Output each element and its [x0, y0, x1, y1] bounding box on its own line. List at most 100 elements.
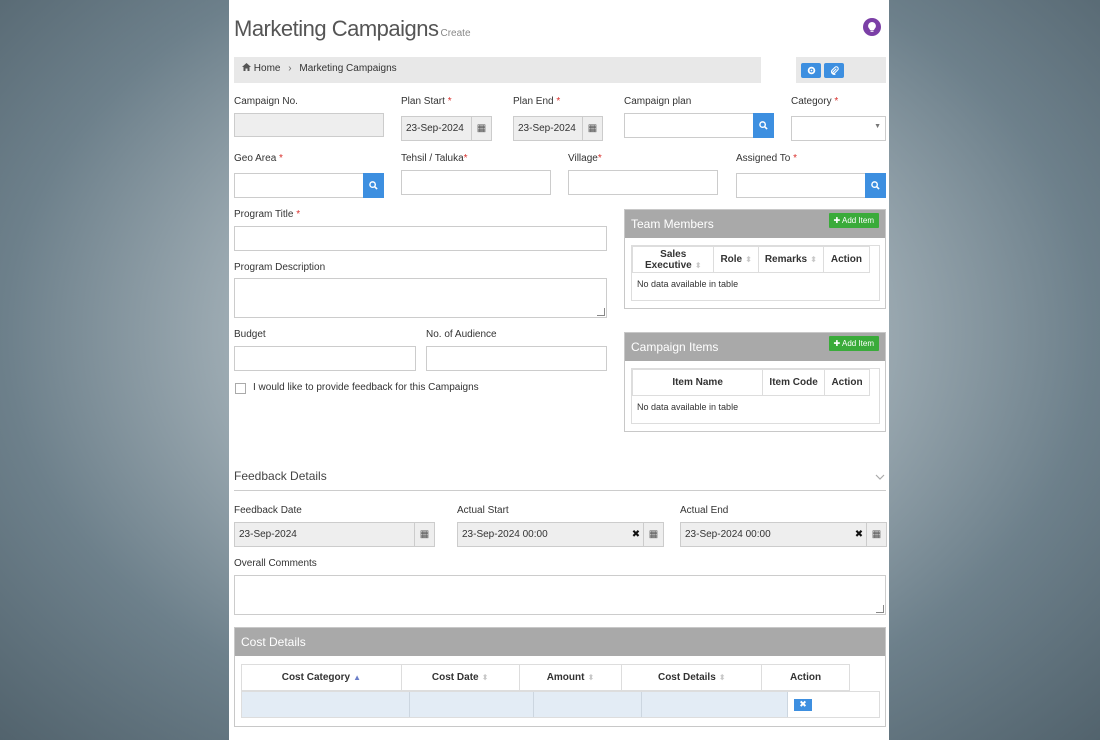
settings-icon[interactable]	[801, 63, 821, 78]
calendar-icon[interactable]: ▦	[866, 523, 886, 546]
program-title-label: Program Title *	[234, 209, 301, 220]
sort-icon: ⬍	[810, 255, 817, 264]
clear-icon[interactable]: ✖	[852, 523, 866, 546]
page: Marketing Campaigns Create Home › Marketi…	[229, 0, 889, 740]
search-icon[interactable]	[753, 113, 774, 138]
clear-icon[interactable]: ✖	[629, 523, 643, 546]
toolbar	[796, 57, 886, 83]
overall-comments-field[interactable]	[234, 575, 886, 615]
feedback-date-label: Feedback Date	[234, 505, 302, 516]
feedback-checkbox-label: I would like to provide feedback for thi…	[253, 382, 479, 393]
budget-label: Budget	[234, 329, 266, 340]
category-select[interactable]: ▼	[791, 116, 886, 141]
program-description-field[interactable]	[234, 278, 607, 318]
budget-field[interactable]	[234, 346, 416, 371]
calendar-icon[interactable]: ▦	[471, 117, 491, 140]
plan-start-field[interactable]: 23-Sep-2024 ▦	[401, 116, 492, 141]
cost-details-panel: Cost Details Cost Category ▲ Cost Date ⬍ A…	[234, 627, 886, 727]
column-header[interactable]: Role ⬍	[713, 246, 759, 273]
audience-label: No. of Audience	[426, 329, 497, 340]
team-members-add-button[interactable]: ✚ Add Item	[828, 213, 879, 228]
table-cell[interactable]	[410, 692, 534, 717]
breadcrumb-separator: ›	[288, 63, 292, 74]
sort-asc-icon: ▲	[353, 673, 361, 682]
table-cell[interactable]	[242, 692, 410, 717]
calendar-icon[interactable]: ▦	[414, 523, 434, 546]
audience-field[interactable]	[426, 346, 607, 371]
empty-table-message: No data available in table	[637, 279, 739, 289]
column-header: Action	[823, 369, 871, 396]
column-header[interactable]: Cost Date ⬍	[400, 664, 520, 691]
sort-icon: ⬍	[481, 673, 489, 682]
empty-table-message: No data available in table	[637, 402, 739, 412]
program-title-field[interactable]	[234, 226, 607, 251]
search-icon[interactable]	[363, 173, 384, 198]
sort-icon: ⬍	[694, 260, 702, 270]
plus-icon: ✚	[833, 339, 842, 348]
campaign-items-panel: Campaign Items ✚ Add Item Item Name Item…	[624, 332, 886, 432]
team-members-header: Team Members ✚ Add Item	[625, 210, 885, 238]
chevron-down-icon: ▼	[874, 123, 881, 130]
plus-icon: ✚	[833, 216, 842, 225]
search-icon[interactable]	[865, 173, 886, 198]
sort-icon: ⬍	[587, 673, 595, 682]
plan-end-label: Plan End *	[513, 96, 561, 107]
resize-handle-icon[interactable]	[597, 308, 605, 316]
assigned-to-field[interactable]	[736, 173, 866, 198]
home-icon[interactable]	[242, 63, 254, 74]
campaign-plan-field[interactable]	[624, 113, 754, 138]
calendar-icon[interactable]: ▦	[643, 523, 663, 546]
column-header[interactable]: Amount ⬍	[518, 664, 623, 691]
campaign-no-label: Campaign No.	[234, 96, 298, 107]
section-divider	[234, 490, 886, 491]
resize-handle-icon[interactable]	[876, 605, 884, 613]
campaign-items-header: Campaign Items ✚ Add Item	[625, 333, 885, 361]
campaign-items-add-button[interactable]: ✚ Add Item	[828, 336, 879, 351]
breadcrumb-home[interactable]: Home	[254, 63, 281, 74]
table-cell[interactable]	[534, 692, 642, 717]
actual-start-field[interactable]: 23-Sep-2024 00:00 ✖ ▦	[457, 522, 664, 547]
table-cell: ✖	[788, 692, 879, 717]
paperclip-icon[interactable]	[824, 63, 844, 78]
cost-details-title: Cost Details	[241, 635, 306, 649]
category-label: Category *	[791, 96, 839, 107]
cost-details-table-wrap: Cost Category ▲ Cost Date ⬍ Amount ⬍ Cost D…	[241, 664, 880, 720]
column-header[interactable]: Remarks ⬍	[757, 246, 824, 273]
cost-details-table: Cost Category ▲ Cost Date ⬍ Amount ⬍ Cost D…	[241, 664, 850, 691]
plan-end-value: 23-Sep-2024	[518, 123, 576, 134]
plan-start-value: 23-Sep-2024	[406, 123, 464, 134]
chevron-down-icon[interactable]	[875, 472, 885, 484]
campaign-items-table-wrap: Item Name Item Code Action No data avail…	[631, 368, 880, 424]
campaign-no-field[interactable]	[234, 113, 384, 137]
column-header[interactable]: Sales Executive ⬍	[631, 246, 715, 273]
sort-icon: ⬍	[745, 255, 752, 264]
feedback-checkbox[interactable]	[235, 383, 246, 394]
cost-details-header: Cost Details	[235, 628, 885, 656]
column-header[interactable]: Cost Details ⬍	[621, 664, 763, 691]
village-field[interactable]	[568, 170, 718, 195]
geo-area-field[interactable]	[234, 173, 364, 198]
column-header[interactable]: Item Code	[762, 369, 825, 396]
program-description-label: Program Description	[234, 262, 326, 273]
tehsil-field[interactable]	[401, 170, 551, 195]
table-cell[interactable]	[642, 692, 788, 717]
delete-row-button[interactable]: ✖	[794, 698, 812, 711]
feedback-date-field[interactable]: 23-Sep-2024 ▦	[234, 522, 435, 547]
plan-end-field[interactable]: 23-Sep-2024 ▦	[513, 116, 603, 141]
column-header[interactable]: Cost Category ▲	[241, 664, 402, 691]
assigned-to-label: Assigned To *	[736, 153, 797, 164]
calendar-icon[interactable]: ▦	[582, 117, 602, 140]
page-title-text: Marketing Campaigns	[234, 16, 439, 41]
actual-end-field[interactable]: 23-Sep-2024 00:00 ✖ ▦	[680, 522, 887, 547]
table-row[interactable]: ✖	[241, 691, 880, 718]
lightbulb-icon[interactable]	[863, 18, 881, 36]
actual-end-value: 23-Sep-2024 00:00	[685, 529, 771, 540]
actual-end-label: Actual End	[680, 505, 729, 516]
column-header[interactable]: Item Name	[631, 369, 764, 396]
feedback-section-title: Feedback Details	[234, 469, 327, 483]
column-header: Action	[761, 664, 850, 691]
breadcrumb-current: Marketing Campaigns	[299, 63, 397, 74]
team-members-table-wrap: Sales Executive ⬍ Role ⬍ Remarks ⬍ Action N…	[631, 245, 880, 301]
tehsil-label: Tehsil / Taluka*	[401, 153, 468, 164]
campaign-items-table: Item Name Item Code Action	[631, 369, 871, 396]
